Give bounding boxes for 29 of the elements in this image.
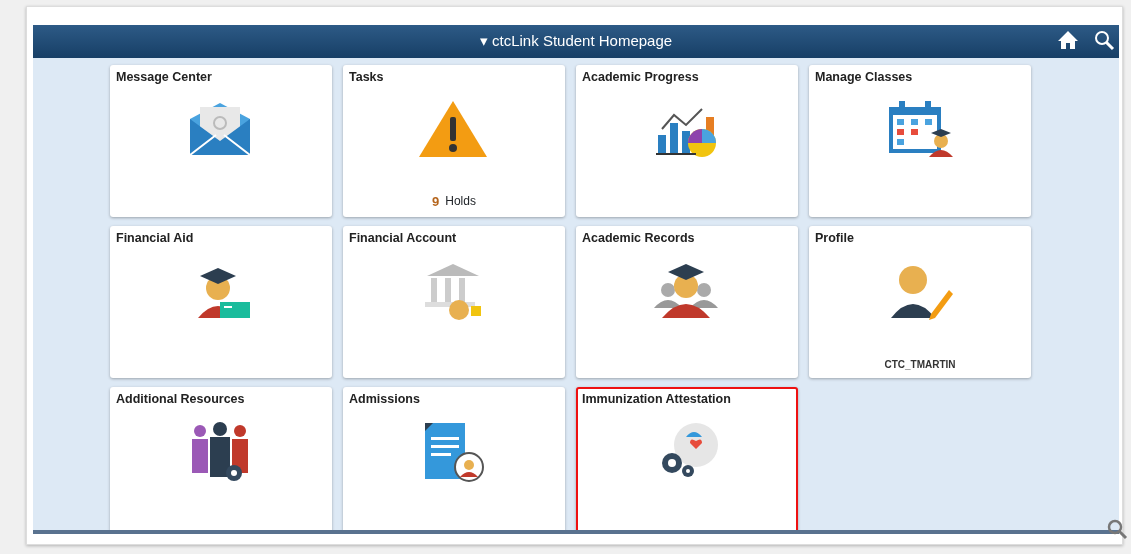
tile[interactable]: Profile CTC_TMARTIN [809,226,1031,378]
tile[interactable]: Admissions [343,387,565,530]
tile[interactable]: Additional Resources [110,387,332,530]
tile-title: Manage Classes [815,69,913,86]
tile[interactable]: Financial Aid [110,226,332,378]
tile[interactable]: Academic Records [576,226,798,378]
search-icon[interactable] [1106,518,1128,540]
tile[interactable]: Tasks 9 Holds [343,65,565,217]
tile-title: Additional Resources [116,391,245,408]
tile[interactable]: Academic Progress [576,65,798,217]
home-icon[interactable] [1057,29,1079,51]
tile-title: Tasks [349,69,384,86]
page-title[interactable]: ▾ ctcLink Student Homepage [479,30,673,53]
search-icon[interactable] [1093,29,1115,51]
tile-title: Admissions [349,391,420,408]
tile-title: Message Center [116,69,212,86]
tile[interactable]: Manage Classes [809,65,1031,217]
user-id: CTC_TMARTIN [884,358,956,372]
tile[interactable]: Message Center [110,65,332,217]
hold-count: 9 [432,192,440,211]
tile-title: Financial Account [349,230,457,247]
tile-title: Academic Records [582,230,695,247]
tile[interactable]: Financial Account [343,226,565,378]
tile-title: Immunization Attestation [582,391,731,408]
tile-title: Academic Progress [582,69,699,86]
tile-title: Profile [815,230,854,247]
tile-title: Financial Aid [116,230,194,247]
count-label: Holds [445,192,476,210]
tile[interactable]: Immunization Attestation [576,387,798,530]
